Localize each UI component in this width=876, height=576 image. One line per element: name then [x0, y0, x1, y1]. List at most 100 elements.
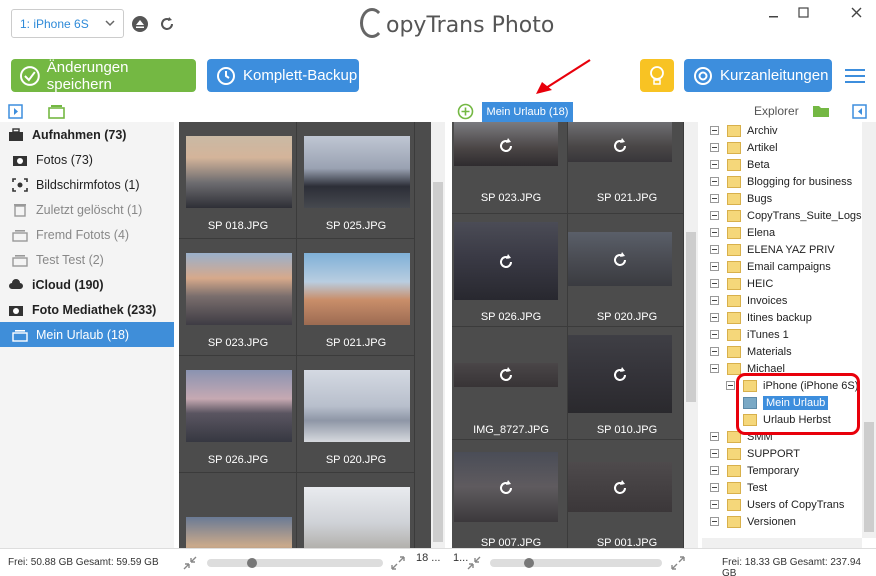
expand-icon[interactable]: [710, 483, 719, 492]
expand-icon[interactable]: [710, 517, 719, 526]
tree-folder[interactable]: Bugs: [710, 190, 772, 207]
sidebar-item-fremd-fotots[interactable]: Fremd Fotots (4): [0, 222, 174, 247]
zoom-slider-middle[interactable]: [490, 558, 662, 568]
folder-label: Versionen: [747, 515, 796, 528]
tree-folder[interactable]: Artikel: [710, 139, 778, 156]
eject-icon[interactable]: [132, 16, 148, 32]
tree-folder[interactable]: HEIC: [710, 275, 773, 292]
tree-folder[interactable]: Elena: [710, 224, 775, 241]
new-album-icon[interactable]: [47, 102, 67, 120]
expand-icon[interactable]: [710, 245, 719, 254]
photo-tile[interactable]: [297, 473, 415, 548]
close-icon[interactable]: [850, 6, 864, 20]
expand-icon[interactable]: [710, 228, 719, 237]
tree-scrollbar[interactable]: [862, 122, 876, 538]
tree-folder[interactable]: Versionen: [710, 513, 796, 530]
tree-folder[interactable]: Materials: [710, 343, 792, 360]
tree-folder[interactable]: Temporary: [710, 462, 799, 479]
folder-icon[interactable]: [812, 103, 830, 118]
scrollbar-thumb[interactable]: [864, 422, 874, 532]
full-backup-button[interactable]: Komplett-Backup: [207, 59, 359, 92]
shrink-icon[interactable]: [182, 555, 198, 571]
photo-tile[interactable]: SP 023.JPG: [452, 122, 568, 214]
tree-folder[interactable]: Beta: [710, 156, 770, 173]
minimize-icon[interactable]: [768, 8, 780, 18]
tree-folder[interactable]: Archiv: [710, 122, 778, 139]
sidebar-item-bildschirmfotos[interactable]: Bildschirmfotos (1): [0, 172, 174, 197]
tab-mein-urlaub[interactable]: Mein Urlaub (18): [482, 102, 573, 122]
device-dropdown[interactable]: 1: iPhone 6S: [11, 9, 124, 38]
tree-folder[interactable]: Itines backup: [710, 309, 812, 326]
photo-tile[interactable]: SP 020.JPG: [297, 356, 415, 473]
shrink-icon[interactable]: [466, 555, 482, 571]
tree-folder[interactable]: Invoices: [710, 292, 787, 309]
menu-icon[interactable]: [845, 69, 865, 83]
middle-grid-scrollbar[interactable]: [684, 122, 698, 548]
expand-icon[interactable]: [710, 466, 719, 475]
tree-folder[interactable]: Blogging for business: [710, 173, 852, 190]
expand-icon[interactable]: [710, 126, 719, 135]
tips-button[interactable]: [640, 59, 674, 92]
expand-icon[interactable]: [710, 500, 719, 509]
tree-folder[interactable]: iTunes 1: [710, 326, 789, 343]
app-logo: opyTrans Photo: [360, 8, 554, 38]
tree-folder[interactable]: ELENA YAZ PRIV: [710, 241, 835, 258]
zoom-slider-left[interactable]: [207, 558, 383, 568]
photo-tile[interactable]: SP 023.JPG: [179, 239, 297, 356]
photo-tile[interactable]: SP 020.JPG: [568, 214, 684, 327]
tree-folder[interactable]: Users of CopyTrans: [710, 496, 844, 513]
expand-icon[interactable]: [710, 313, 719, 322]
expand-icon[interactable]: [670, 555, 686, 571]
save-changes-button[interactable]: Änderungen speichern: [11, 59, 196, 93]
expand-icon[interactable]: [710, 160, 719, 169]
sidebar-item-zuletzt-geloescht[interactable]: Zuletzt gelöscht (1): [0, 197, 174, 222]
photo-tile[interactable]: SP 026.JPG: [452, 214, 568, 327]
maximize-icon[interactable]: [797, 5, 811, 19]
slider-knob[interactable]: [524, 558, 534, 568]
expand-icon[interactable]: [710, 296, 719, 305]
add-icon[interactable]: [457, 103, 474, 120]
quick-guides-button[interactable]: Kurzanleitungen: [684, 59, 832, 92]
tree-folder[interactable]: Test: [710, 479, 767, 496]
tree-folder[interactable]: CopyTrans_Suite_Logs: [710, 207, 862, 224]
sidebar-item-mein-urlaub[interactable]: Mein Urlaub (18): [0, 322, 174, 347]
slider-knob[interactable]: [247, 558, 257, 568]
photo-tile[interactable]: [179, 473, 297, 548]
left-grid-scrollbar[interactable]: [431, 122, 445, 548]
photo-tile[interactable]: SP 026.JPG: [179, 356, 297, 473]
expand-icon[interactable]: [710, 211, 719, 220]
expand-icon[interactable]: [710, 262, 719, 271]
scrollbar-thumb[interactable]: [433, 182, 443, 542]
sidebar-item-fotos[interactable]: Fotos (73): [0, 147, 174, 172]
scrollbar-thumb[interactable]: [686, 232, 696, 402]
photo-tile[interactable]: SP 021.JPG: [568, 122, 684, 214]
photo-tile[interactable]: SP 021.JPG: [297, 239, 415, 356]
collapse-right-icon[interactable]: [852, 104, 868, 120]
expand-icon[interactable]: [710, 194, 719, 203]
expand-icon[interactable]: [710, 364, 719, 373]
photo-tile[interactable]: SP 018.JPG: [179, 122, 297, 239]
expand-icon[interactable]: [710, 177, 719, 186]
expand-icon[interactable]: [710, 143, 719, 152]
photo-tile[interactable]: SP 007.JPG: [452, 440, 568, 548]
tree-h-scrollbar[interactable]: [702, 538, 862, 548]
expand-icon[interactable]: [710, 449, 719, 458]
expand-icon[interactable]: [710, 347, 719, 356]
sidebar-item-aufnahmen[interactable]: Aufnahmen (73): [0, 122, 174, 147]
collapse-left-icon[interactable]: [8, 104, 24, 120]
sidebar-item-icloud[interactable]: iCloud (190): [0, 272, 174, 297]
expand-icon[interactable]: [726, 381, 735, 390]
photo-tile[interactable]: IMG_8727.JPG: [452, 327, 568, 440]
sidebar-item-foto-mediathek[interactable]: Foto Mediathek (233): [0, 297, 174, 322]
expand-icon[interactable]: [710, 432, 719, 441]
expand-icon[interactable]: [710, 279, 719, 288]
expand-icon[interactable]: [390, 555, 406, 571]
photo-tile[interactable]: SP 025.JPG: [297, 122, 415, 239]
sidebar-item-test-test[interactable]: Test Test (2): [0, 247, 174, 272]
tree-folder[interactable]: SUPPORT: [710, 445, 800, 462]
tree-folder[interactable]: Email campaigns: [710, 258, 831, 275]
expand-icon[interactable]: [710, 330, 719, 339]
photo-tile[interactable]: SP 001.JPG: [568, 440, 684, 548]
refresh-icon[interactable]: [158, 15, 176, 33]
photo-tile[interactable]: SP 010.JPG: [568, 327, 684, 440]
